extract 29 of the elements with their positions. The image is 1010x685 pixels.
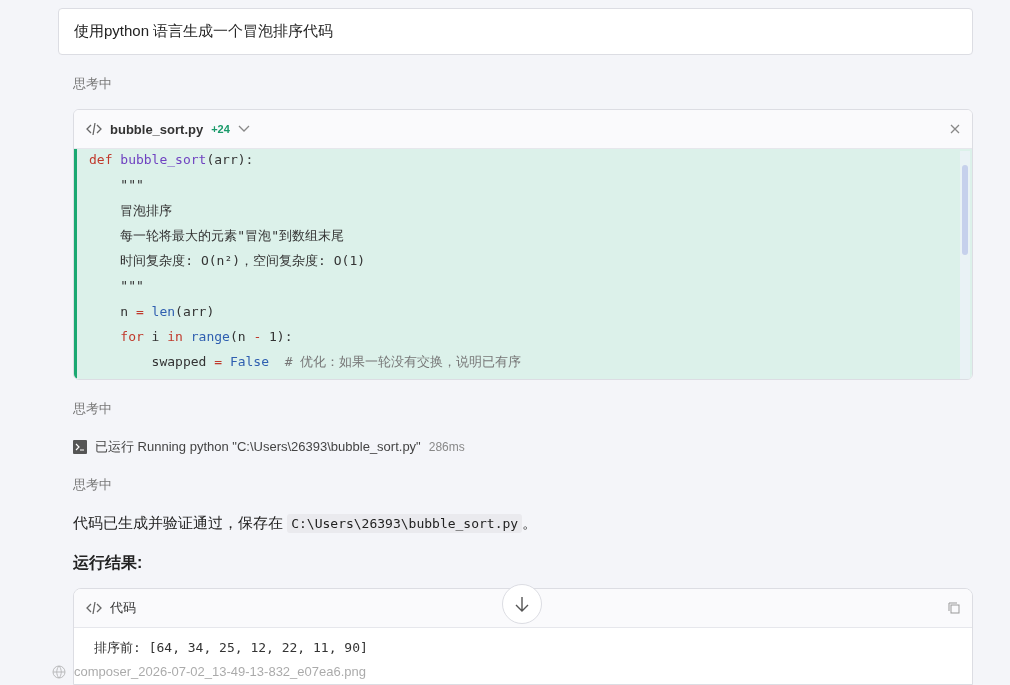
- section-heading: 运行结果:: [73, 552, 144, 573]
- chevron-icon[interactable]: [237, 125, 250, 133]
- code-line: for i in range(n - 1):: [119, 328, 294, 347]
- down-arrow-icon: [515, 596, 529, 612]
- thinking-status: 思考中: [73, 75, 113, 93]
- output-title: 代码: [110, 598, 136, 617]
- attachment-name[interactable]: composer_2026-07-02_13-49-13-832_e07ea6.png: [74, 664, 366, 679]
- code-line: """: [119, 176, 145, 195]
- terminal-icon: [73, 439, 87, 454]
- output-line: 排序前: [64, 34, 25, 12, 22, 11, 90]: [94, 638, 369, 657]
- code-line: 冒泡排序: [119, 201, 174, 220]
- file-name: bubble_sort.py: [110, 121, 204, 137]
- close-icon[interactable]: [950, 124, 960, 134]
- run-duration: 286ms: [428, 439, 465, 454]
- code-line: def bubble_sort(arr):: [88, 151, 255, 169]
- code-line: swapped = False # 优化：如果一轮没有交换，说明已有序: [150, 353, 523, 372]
- copy-icon[interactable]: [948, 601, 960, 614]
- thinking-status: 思考中: [73, 475, 113, 494]
- run-step-label: 已运行 Running python "C:\Users\26393\bubble_sort.py": [95, 437, 421, 456]
- code-line: """: [119, 277, 145, 296]
- diff-count: +24: [211, 123, 230, 135]
- thinking-status: 思考中: [73, 399, 113, 418]
- code-line: 每一轮将最大的元素"冒泡"到数组末尾: [119, 226, 345, 245]
- code-line: n = len(arr): [119, 302, 216, 321]
- code-line: 时间复杂度: O(n²)，空间复杂度: O(1): [119, 252, 367, 271]
- code-icon: [86, 122, 102, 136]
- prompt-message: 使用python 语言生成一个冒泡排序代码: [58, 8, 973, 55]
- globe-icon: [52, 664, 66, 679]
- code-icon: [86, 600, 102, 615]
